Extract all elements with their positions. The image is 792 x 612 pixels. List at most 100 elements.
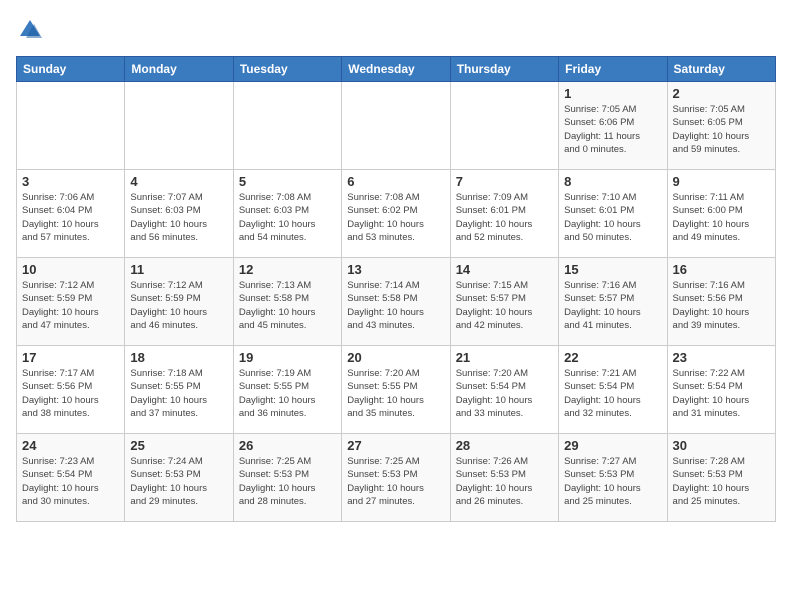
- day-number: 7: [456, 174, 553, 189]
- day-info: Sunrise: 7:17 AM Sunset: 5:56 PM Dayligh…: [22, 367, 119, 420]
- weekday-header: Sunday: [17, 57, 125, 82]
- day-number: 30: [673, 438, 770, 453]
- day-info: Sunrise: 7:16 AM Sunset: 5:57 PM Dayligh…: [564, 279, 661, 332]
- day-info: Sunrise: 7:25 AM Sunset: 5:53 PM Dayligh…: [347, 455, 444, 508]
- weekday-header: Saturday: [667, 57, 775, 82]
- day-number: 26: [239, 438, 336, 453]
- calendar-day-cell: 20Sunrise: 7:20 AM Sunset: 5:55 PM Dayli…: [342, 346, 450, 434]
- calendar-day-cell: 8 Sunrise: 7:10 AM Sunset: 6:01 PM Daylig…: [559, 170, 667, 258]
- day-info: Sunrise: 7:16 AM Sunset: 5:56 PM Dayligh…: [673, 279, 770, 332]
- day-number: 29: [564, 438, 661, 453]
- calendar-day-cell: [450, 82, 558, 170]
- calendar-header: SundayMondayTuesdayWednesdayThursdayFrid…: [17, 57, 776, 82]
- calendar-day-cell: 9 Sunrise: 7:11 AM Sunset: 6:00 PM Daylig…: [667, 170, 775, 258]
- day-number: 4: [130, 174, 227, 189]
- calendar-day-cell: 22 Sunrise: 7:21 AM Sunset: 5:54 PM Dayli…: [559, 346, 667, 434]
- day-info: Sunrise: 7:25 AM Sunset: 5:53 PM Dayligh…: [239, 455, 336, 508]
- calendar-day-cell: 24 Sunrise: 7:23 AM Sunset: 5:54 PM Dayli…: [17, 434, 125, 522]
- calendar-day-cell: 25 Sunrise: 7:24 AM Sunset: 5:53 PM Dayli…: [125, 434, 233, 522]
- calendar-day-cell: 14Sunrise: 7:15 AM Sunset: 5:57 PM Dayli…: [450, 258, 558, 346]
- day-number: 1: [564, 86, 661, 101]
- day-number: 6: [347, 174, 444, 189]
- day-info: Sunrise: 7:21 AM Sunset: 5:54 PM Dayligh…: [564, 367, 661, 420]
- day-number: 27: [347, 438, 444, 453]
- day-info: Sunrise: 7:12 AM Sunset: 5:59 PM Dayligh…: [22, 279, 119, 332]
- day-info: Sunrise: 7:06 AM Sunset: 6:04 PM Dayligh…: [22, 191, 119, 244]
- day-number: 5: [239, 174, 336, 189]
- day-number: 11: [130, 262, 227, 277]
- day-number: 9: [673, 174, 770, 189]
- day-number: 16: [673, 262, 770, 277]
- day-number: 15: [564, 262, 661, 277]
- day-info: Sunrise: 7:05 AM Sunset: 6:06 PM Dayligh…: [564, 103, 661, 156]
- day-number: 12: [239, 262, 336, 277]
- day-info: Sunrise: 7:08 AM Sunset: 6:02 PM Dayligh…: [347, 191, 444, 244]
- calendar-day-cell: [233, 82, 341, 170]
- calendar-day-cell: 1 Sunrise: 7:05 AM Sunset: 6:06 PM Daylig…: [559, 82, 667, 170]
- calendar-day-cell: 7 Sunrise: 7:09 AM Sunset: 6:01 PM Daylig…: [450, 170, 558, 258]
- day-number: 21: [456, 350, 553, 365]
- calendar-week-row: 3Sunrise: 7:06 AM Sunset: 6:04 PM Daylig…: [17, 170, 776, 258]
- day-info: Sunrise: 7:07 AM Sunset: 6:03 PM Dayligh…: [130, 191, 227, 244]
- calendar-day-cell: 13 Sunrise: 7:14 AM Sunset: 5:58 PM Dayli…: [342, 258, 450, 346]
- calendar-day-cell: 28 Sunrise: 7:26 AM Sunset: 5:53 PM Dayli…: [450, 434, 558, 522]
- day-number: 10: [22, 262, 119, 277]
- day-info: Sunrise: 7:11 AM Sunset: 6:00 PM Dayligh…: [673, 191, 770, 244]
- calendar-week-row: 17 Sunrise: 7:17 AM Sunset: 5:56 PM Dayli…: [17, 346, 776, 434]
- calendar-day-cell: 12 Sunrise: 7:13 AM Sunset: 5:58 PM Dayli…: [233, 258, 341, 346]
- weekday-header: Tuesday: [233, 57, 341, 82]
- day-number: 28: [456, 438, 553, 453]
- day-info: Sunrise: 7:10 AM Sunset: 6:01 PM Dayligh…: [564, 191, 661, 244]
- logo-icon: [16, 16, 44, 44]
- day-number: 17: [22, 350, 119, 365]
- day-number: 18: [130, 350, 227, 365]
- day-info: Sunrise: 7:23 AM Sunset: 5:54 PM Dayligh…: [22, 455, 119, 508]
- day-info: Sunrise: 7:22 AM Sunset: 5:54 PM Dayligh…: [673, 367, 770, 420]
- weekday-row: SundayMondayTuesdayWednesdayThursdayFrid…: [17, 57, 776, 82]
- calendar-day-cell: 30 Sunrise: 7:28 AM Sunset: 5:53 PM Dayli…: [667, 434, 775, 522]
- day-info: Sunrise: 7:19 AM Sunset: 5:55 PM Dayligh…: [239, 367, 336, 420]
- day-info: Sunrise: 7:27 AM Sunset: 5:53 PM Dayligh…: [564, 455, 661, 508]
- calendar-day-cell: 4 Sunrise: 7:07 AM Sunset: 6:03 PM Daylig…: [125, 170, 233, 258]
- header: [16, 16, 776, 44]
- day-number: 13: [347, 262, 444, 277]
- day-number: 25: [130, 438, 227, 453]
- day-info: Sunrise: 7:26 AM Sunset: 5:53 PM Dayligh…: [456, 455, 553, 508]
- calendar-week-row: 1 Sunrise: 7:05 AM Sunset: 6:06 PM Daylig…: [17, 82, 776, 170]
- calendar-day-cell: 15 Sunrise: 7:16 AM Sunset: 5:57 PM Dayli…: [559, 258, 667, 346]
- calendar-body: 1 Sunrise: 7:05 AM Sunset: 6:06 PM Daylig…: [17, 82, 776, 522]
- day-info: Sunrise: 7:24 AM Sunset: 5:53 PM Dayligh…: [130, 455, 227, 508]
- day-info: Sunrise: 7:28 AM Sunset: 5:53 PM Dayligh…: [673, 455, 770, 508]
- day-info: Sunrise: 7:09 AM Sunset: 6:01 PM Dayligh…: [456, 191, 553, 244]
- calendar-day-cell: 29 Sunrise: 7:27 AM Sunset: 5:53 PM Dayli…: [559, 434, 667, 522]
- day-number: 24: [22, 438, 119, 453]
- calendar-day-cell: 3Sunrise: 7:06 AM Sunset: 6:04 PM Daylig…: [17, 170, 125, 258]
- calendar-week-row: 24 Sunrise: 7:23 AM Sunset: 5:54 PM Dayli…: [17, 434, 776, 522]
- calendar-day-cell: 19 Sunrise: 7:19 AM Sunset: 5:55 PM Dayli…: [233, 346, 341, 434]
- day-number: 8: [564, 174, 661, 189]
- calendar-table: SundayMondayTuesdayWednesdayThursdayFrid…: [16, 56, 776, 522]
- calendar-day-cell: 23Sunrise: 7:22 AM Sunset: 5:54 PM Dayli…: [667, 346, 775, 434]
- weekday-header: Thursday: [450, 57, 558, 82]
- day-info: Sunrise: 7:20 AM Sunset: 5:54 PM Dayligh…: [456, 367, 553, 420]
- day-number: 20: [347, 350, 444, 365]
- logo: [16, 16, 48, 44]
- day-number: 22: [564, 350, 661, 365]
- calendar-day-cell: [125, 82, 233, 170]
- weekday-header: Monday: [125, 57, 233, 82]
- day-info: Sunrise: 7:14 AM Sunset: 5:58 PM Dayligh…: [347, 279, 444, 332]
- calendar-day-cell: 26 Sunrise: 7:25 AM Sunset: 5:53 PM Dayli…: [233, 434, 341, 522]
- day-info: Sunrise: 7:13 AM Sunset: 5:58 PM Dayligh…: [239, 279, 336, 332]
- weekday-header: Friday: [559, 57, 667, 82]
- calendar-day-cell: [17, 82, 125, 170]
- calendar-day-cell: 6 Sunrise: 7:08 AM Sunset: 6:02 PM Daylig…: [342, 170, 450, 258]
- day-info: Sunrise: 7:18 AM Sunset: 5:55 PM Dayligh…: [130, 367, 227, 420]
- day-number: 2: [673, 86, 770, 101]
- day-info: Sunrise: 7:15 AM Sunset: 5:57 PM Dayligh…: [456, 279, 553, 332]
- calendar-day-cell: 17 Sunrise: 7:17 AM Sunset: 5:56 PM Dayli…: [17, 346, 125, 434]
- day-number: 19: [239, 350, 336, 365]
- weekday-header: Wednesday: [342, 57, 450, 82]
- day-info: Sunrise: 7:12 AM Sunset: 5:59 PM Dayligh…: [130, 279, 227, 332]
- day-info: Sunrise: 7:08 AM Sunset: 6:03 PM Dayligh…: [239, 191, 336, 244]
- calendar-day-cell: 27 Sunrise: 7:25 AM Sunset: 5:53 PM Dayli…: [342, 434, 450, 522]
